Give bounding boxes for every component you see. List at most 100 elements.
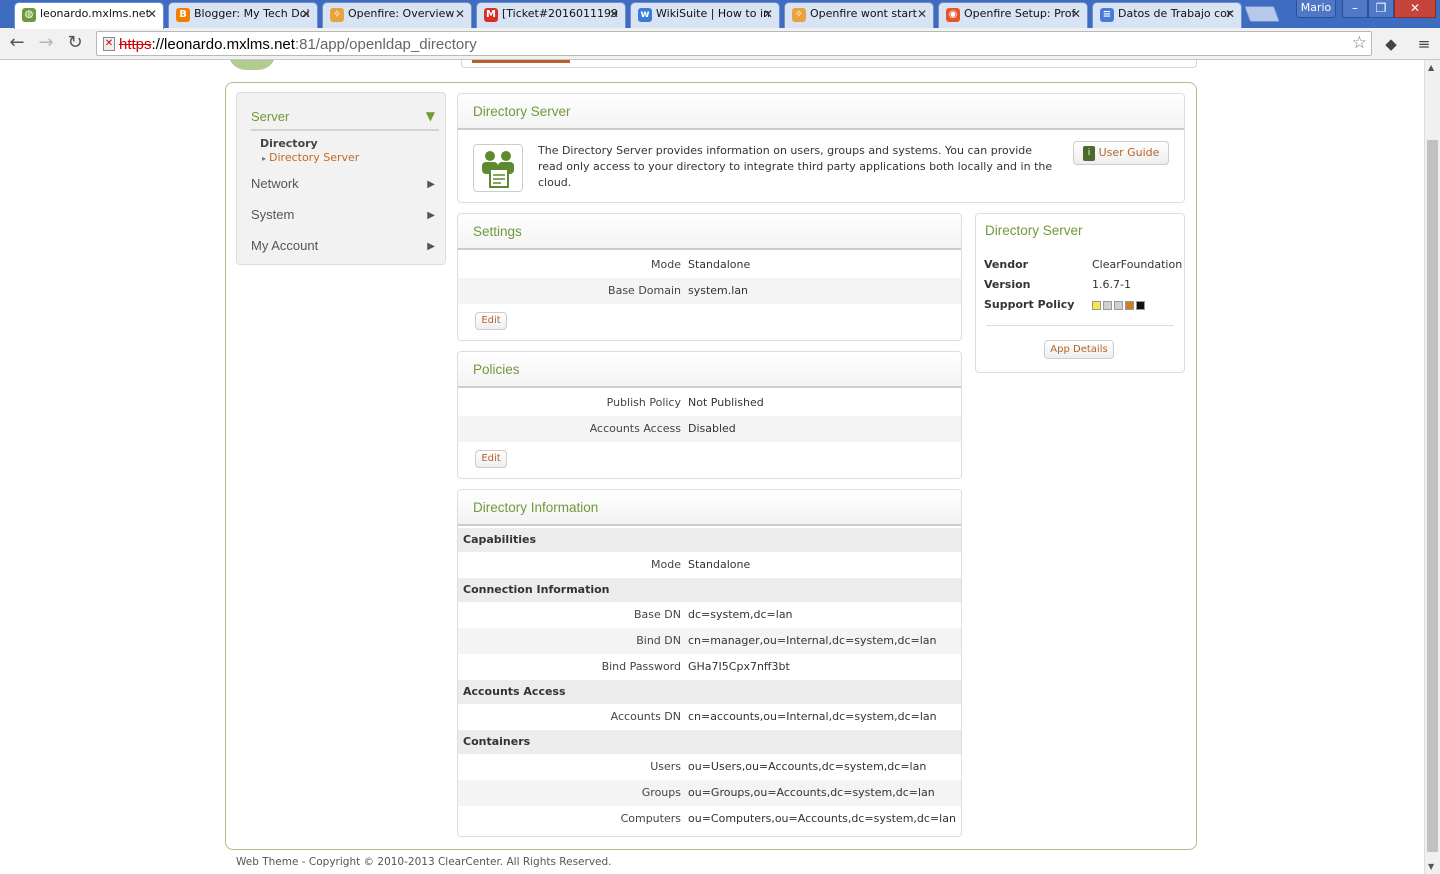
intro-box-header: Directory Server xyxy=(458,94,1184,130)
gmail-tab-icon: M xyxy=(484,8,498,22)
directory-information-header: Directory Information xyxy=(458,490,961,526)
info-row-users: Users ou=Users,ou=Accounts,dc=system,dc=… xyxy=(458,754,961,780)
extension-icon[interactable]: ◆ xyxy=(1381,34,1401,54)
browser-tab-7[interactable]: ≡ Datos de Trabajo cor ✕ xyxy=(1092,2,1242,28)
close-tab-icon[interactable]: ✕ xyxy=(917,3,927,25)
settings-row-base-domain: Base Domain system.lan xyxy=(458,278,961,304)
row-label: Publish Policy xyxy=(606,396,681,409)
info-row-groups: Groups ou=Groups,ou=Accounts,dc=system,d… xyxy=(458,780,961,806)
close-tab-icon[interactable]: ✕ xyxy=(301,3,311,25)
back-arrow-icon[interactable]: ← xyxy=(5,32,29,56)
browser-toolbar: ← → ↻ ✕ https://leonardo.mxlms.net:81/ap… xyxy=(0,28,1440,60)
scrollbar-thumb[interactable] xyxy=(1427,140,1438,852)
page-title: Directory Server xyxy=(473,104,571,119)
clearos-tab-icon: ◍ xyxy=(22,8,36,22)
browser-user-label[interactable]: Mario xyxy=(1296,0,1336,18)
close-tab-icon[interactable]: ✕ xyxy=(1225,3,1235,25)
row-value: dc=system,dc=lan xyxy=(688,608,793,621)
forward-arrow-icon[interactable]: → xyxy=(34,32,58,56)
row-label: Support Policy xyxy=(984,298,1075,311)
blogger-tab-icon: B xyxy=(176,8,190,22)
bookmark-star-icon[interactable]: ☆ xyxy=(1352,33,1367,53)
bullet-triangle-icon: ▸ xyxy=(262,154,267,163)
chevron-down-icon[interactable]: ▼ xyxy=(426,109,435,123)
browser-tab-3[interactable]: M [Ticket#2016011199 ✕ xyxy=(476,2,626,28)
section-capabilities: Capabilities xyxy=(458,528,961,552)
top-nav-active-tab[interactable] xyxy=(472,60,570,63)
close-tab-icon[interactable]: ✕ xyxy=(455,3,465,25)
info-book-icon: i xyxy=(1083,146,1095,161)
url-text[interactable]: https://leonardo.mxlms.net:81/app/openld… xyxy=(119,36,477,53)
row-label: Groups xyxy=(641,786,681,799)
sidebar-item-server[interactable]: Server xyxy=(251,109,289,124)
user-guide-label: User Guide xyxy=(1098,146,1160,159)
support-policy-swatch xyxy=(1092,300,1101,310)
chevron-right-icon[interactable]: ▶ xyxy=(427,210,435,221)
insecure-lock-icon[interactable]: ✕ xyxy=(103,37,115,51)
scroll-up-icon[interactable]: ▲ xyxy=(1428,63,1434,72)
sidebar-link-label: Directory Server xyxy=(269,151,360,164)
scroll-down-icon[interactable]: ▼ xyxy=(1428,862,1434,871)
close-tab-icon[interactable]: ✕ xyxy=(609,3,619,25)
tab-title: leonardo.mxlms.net xyxy=(40,7,150,20)
close-tab-icon[interactable]: ✕ xyxy=(147,3,157,25)
address-bar[interactable]: ✕ https://leonardo.mxlms.net:81/app/open… xyxy=(96,31,1372,56)
window-close-icon[interactable]: ✕ xyxy=(1394,0,1436,18)
chevron-right-icon[interactable]: ▶ xyxy=(427,179,435,190)
close-tab-icon[interactable]: ✕ xyxy=(1071,3,1081,25)
policies-edit-button[interactable]: Edit xyxy=(475,450,507,468)
sidebar-item-network[interactable]: Network xyxy=(251,176,299,191)
support-policy-swatch xyxy=(1125,300,1134,310)
sidebar-item-my-account[interactable]: My Account xyxy=(251,238,318,253)
app-info-title: Directory Server xyxy=(985,223,1083,238)
intro-box: Directory Server The Directory Server pr… xyxy=(457,93,1185,203)
sidebar-item-system[interactable]: System xyxy=(251,207,294,222)
browser-tab-6[interactable]: ◉ Openfire Setup: Prof ✕ xyxy=(938,2,1088,28)
support-policy-swatch xyxy=(1103,300,1112,310)
browser-tab-1[interactable]: B Blogger: My Tech Doi ✕ xyxy=(168,2,318,28)
restore-icon[interactable]: ❐ xyxy=(1368,0,1394,18)
tab-title: Blogger: My Tech Doi xyxy=(194,7,310,20)
info-row-computers: Computers ou=Computers,ou=Accounts,dc=sy… xyxy=(458,806,961,832)
directory-server-app-icon xyxy=(473,144,523,192)
chevron-right-icon[interactable]: ▶ xyxy=(427,241,435,252)
browser-tab-4[interactable]: w WikiSuite | How to in ✕ xyxy=(630,2,780,28)
tab-title: Openfire Setup: Prof xyxy=(964,7,1076,20)
page-viewport: Server ▼ Directory ▸ Directory Server Net… xyxy=(0,60,1424,874)
url-host: ://leonardo.mxlms.net xyxy=(151,36,295,53)
browser-tab-5[interactable]: ✧ Openfire wont start ✕ xyxy=(784,2,934,28)
row-value: cn=manager,ou=Internal,dc=system,dc=lan xyxy=(688,634,937,647)
browser-tab-0[interactable]: ◍ leonardo.mxlms.net ✕ xyxy=(14,2,164,29)
support-policy-swatch xyxy=(1136,300,1145,310)
policies-row-publish: Publish Policy Not Published xyxy=(458,390,961,416)
sidebar-subheading-directory: Directory xyxy=(260,137,318,150)
app-details-button[interactable]: App Details xyxy=(1044,340,1114,359)
browser-tabstrip: ◍ leonardo.mxlms.net ✕ B Blogger: My Tec… xyxy=(0,0,1440,29)
row-value: ClearFoundation xyxy=(1092,258,1183,271)
support-policy-swatches xyxy=(1092,298,1147,311)
url-scheme: https xyxy=(119,36,152,53)
row-value: ou=Groups,ou=Accounts,dc=system,dc=lan xyxy=(688,786,935,799)
settings-edit-button[interactable]: Edit xyxy=(475,312,507,330)
row-label: Users xyxy=(650,760,681,773)
clearos-logo[interactable] xyxy=(228,60,276,70)
sidebar-link-directory-server[interactable]: ▸ Directory Server xyxy=(262,151,359,164)
openfire-tab-icon: ✧ xyxy=(792,8,806,22)
page-scrollbar[interactable]: ▲ ▼ xyxy=(1424,60,1440,874)
sidebar-divider xyxy=(251,129,439,131)
app-info-version: Version 1.6.7-1 xyxy=(984,278,1131,291)
browser-tab-2[interactable]: ✧ Openfire: Overview ✕ xyxy=(322,2,472,28)
minimize-icon[interactable]: – xyxy=(1342,0,1368,18)
row-label: Base DN xyxy=(634,608,681,621)
row-label: Mode xyxy=(651,258,681,271)
close-tab-icon[interactable]: ✕ xyxy=(763,3,773,25)
row-label: Accounts Access xyxy=(589,422,681,435)
user-guide-button[interactable]: i User Guide xyxy=(1073,141,1169,165)
new-tab-button[interactable] xyxy=(1244,6,1280,22)
app-info-box: Directory Server Vendor ClearFoundation … xyxy=(975,213,1185,373)
footer-copyright: Web Theme - Copyright © 2010-2013 ClearC… xyxy=(236,856,612,868)
info-row-mode: Mode Standalone xyxy=(458,552,961,578)
reload-icon[interactable]: ↻ xyxy=(63,32,87,56)
menu-icon[interactable]: ≡ xyxy=(1414,34,1434,54)
intro-description: The Directory Server provides informatio… xyxy=(538,144,1053,189)
